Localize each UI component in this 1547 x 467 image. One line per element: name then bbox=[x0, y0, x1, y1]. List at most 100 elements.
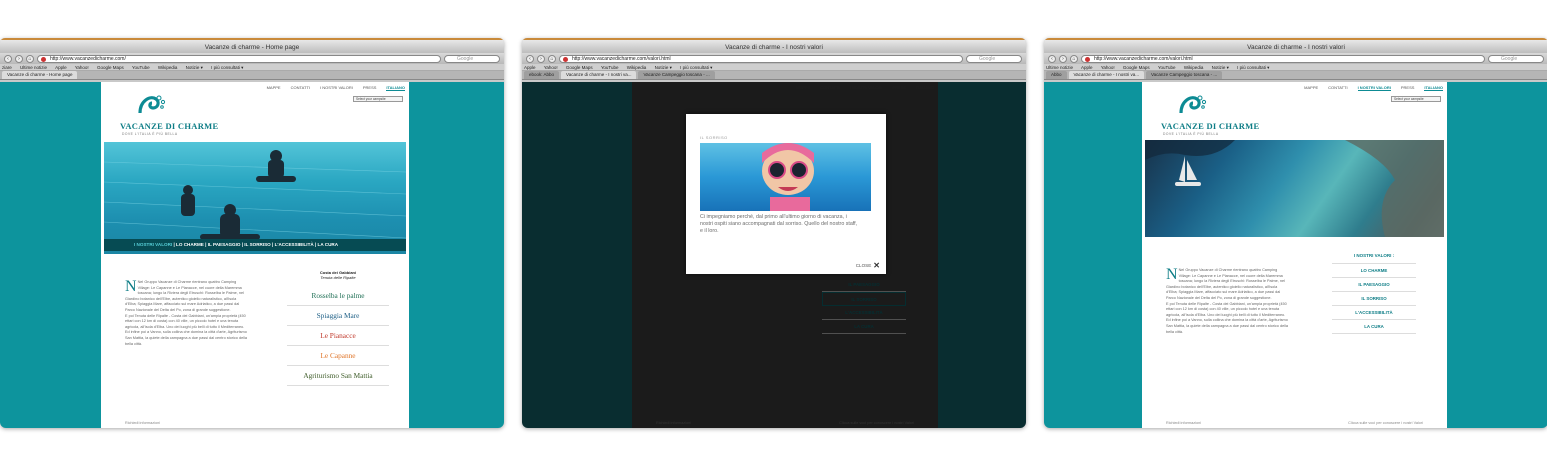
property-link[interactable]: Le Capanne bbox=[287, 346, 389, 366]
bookmark-item[interactable]: YouTube bbox=[1158, 65, 1176, 70]
bookmark-item[interactable]: Wikipedia bbox=[158, 65, 178, 70]
values-menu-item[interactable]: IL SORRISO bbox=[1332, 292, 1416, 306]
property-link[interactable]: Rosselba le palme bbox=[287, 286, 389, 306]
back-icon[interactable]: ‹ bbox=[4, 54, 12, 63]
modal-close-button[interactable]: CLOSE ✕ bbox=[856, 261, 880, 270]
nav-link[interactable]: MAPPE bbox=[796, 85, 810, 90]
nav-link[interactable]: PRESS bbox=[893, 85, 907, 90]
values-menu-item[interactable]: LO CHARME bbox=[1332, 264, 1416, 278]
forward-icon[interactable]: › bbox=[15, 54, 23, 63]
browser-tab[interactable]: Vacanze Campeggio toscana - ... bbox=[638, 71, 715, 79]
costa-gabbiani-logo[interactable]: Costa dei Gabbiani Tenuta delle Ripalte bbox=[287, 268, 389, 286]
bookmark-item[interactable]: Yahoo! bbox=[75, 65, 89, 70]
brand-name: VACANZE DI CHARME bbox=[1161, 121, 1260, 131]
bookmark-item[interactable]: Yahoo! bbox=[544, 65, 558, 70]
browser-tab[interactable]: Vacanze di charme - I nostri va... bbox=[1068, 71, 1144, 79]
footer-info-link[interactable]: Richiedi informazioni bbox=[656, 421, 691, 425]
bookmark-item[interactable]: Apple bbox=[524, 65, 536, 70]
values-menu-item[interactable]: L'ACCESSIBILITÀ bbox=[1332, 306, 1416, 320]
nav-link[interactable]: I NOSTRI VALORI bbox=[850, 85, 883, 90]
intro-paragraph-2: E poi Tenuta delle Ripalte - Costa dei G… bbox=[1166, 301, 1288, 334]
bookmark-item[interactable]: Google Maps bbox=[566, 65, 593, 70]
browser-tab[interactable]: Vacanze Campeggio toscana - ... bbox=[1145, 71, 1223, 79]
bookmark-item[interactable]: ziare bbox=[2, 65, 12, 70]
footer-info-link[interactable]: Richiedi informazioni bbox=[1166, 421, 1201, 425]
bookmark-item[interactable]: Abbo bbox=[1046, 71, 1067, 79]
brand-tagline: DOVE L'ITALIA È PIÙ BELLA bbox=[122, 132, 178, 136]
value-modal: IL SORRISO Ci impegniamo perché, dal pri… bbox=[686, 114, 886, 274]
bookmark-item[interactable]: Notizie ▾ bbox=[186, 65, 203, 70]
nav-link-language[interactable]: ITALIANO bbox=[1424, 85, 1443, 91]
viewport: MAPPE CONTATTI I NOSTRI VALORI PRESS ITA… bbox=[1044, 82, 1547, 428]
bookmark-item[interactable]: Apple bbox=[55, 65, 67, 70]
logo[interactable]: VACANZE DI CHARME DOVE L'ITALIA È PIÙ BE… bbox=[1159, 93, 1259, 143]
values-menu-item[interactable]: LA CURA bbox=[822, 320, 906, 334]
bookmark-item[interactable]: Google Maps bbox=[1123, 65, 1150, 70]
modal-title: IL SORRISO bbox=[700, 135, 728, 140]
bookmark-item[interactable]: I più consultati ▾ bbox=[211, 65, 243, 70]
values-menu-item[interactable]: IL PAESAGGIO bbox=[822, 278, 906, 292]
footer-info-link[interactable]: Richiedi informazioni bbox=[125, 421, 160, 425]
property-link[interactable]: Spiaggia Mare bbox=[287, 306, 389, 326]
home-icon[interactable]: ⌂ bbox=[548, 54, 556, 63]
nav-link[interactable]: CONTATTI bbox=[291, 85, 310, 91]
nav-link[interactable]: MAPPE bbox=[267, 85, 281, 91]
search-input[interactable]: Google bbox=[966, 54, 1022, 63]
nav-link-language[interactable]: ITALIANO bbox=[386, 85, 405, 91]
bookmark-item[interactable]: Ultime notizie bbox=[1046, 65, 1073, 70]
nav-link[interactable]: MAPPE bbox=[1304, 85, 1318, 91]
home-icon[interactable]: ⌂ bbox=[1070, 54, 1078, 63]
url-bar[interactable]: http://www.vacanzedicharme.com/valori.ht… bbox=[559, 54, 963, 63]
logo[interactable]: VACANZE DI CHARME DOVE L'ITALIA È PIÙ BE… bbox=[118, 93, 218, 143]
bookmark-item[interactable]: I più consultati ▾ bbox=[680, 65, 712, 70]
values-menu-item-active[interactable]: IL SORRISO bbox=[822, 292, 906, 306]
bookmark-item[interactable]: Google Maps bbox=[97, 65, 124, 70]
back-icon[interactable]: ‹ bbox=[526, 54, 534, 63]
values-menu-item[interactable]: LA CURA bbox=[1332, 320, 1416, 334]
nav-link[interactable]: CONTATTI bbox=[1328, 85, 1347, 91]
values-strip-current[interactable]: I NOSTRI VALORI bbox=[134, 242, 172, 247]
nav-link[interactable]: PRESS bbox=[363, 85, 377, 91]
search-input[interactable]: Google bbox=[1488, 54, 1544, 63]
bookmark-item[interactable]: YouTube bbox=[601, 65, 619, 70]
campsite-select[interactable]: Select your campsite bbox=[1391, 96, 1441, 102]
modal-text: Ci impegniamo perché, dal primo all'ulti… bbox=[700, 214, 858, 234]
forward-icon[interactable]: › bbox=[1059, 54, 1067, 63]
bookmark-item[interactable]: YouTube bbox=[132, 65, 150, 70]
window-title: Vacanze di charme - Home page bbox=[0, 38, 504, 53]
bookmark-item[interactable]: ebook: Abbo bbox=[524, 71, 560, 79]
nav-link[interactable]: PRESS bbox=[1401, 85, 1415, 91]
bookmark-item[interactable]: Apple bbox=[1081, 65, 1093, 70]
dropcap: N bbox=[125, 278, 137, 295]
campsite-select[interactable]: Select your campsite bbox=[353, 96, 403, 102]
nav-link-active[interactable]: I NOSTRI VALORI bbox=[1357, 85, 1391, 91]
nav-link[interactable]: I NOSTRI VALORI bbox=[320, 85, 353, 91]
webpage: MAPPE CONTATTI I NOSTRI VALORI PRESS ITA… bbox=[101, 82, 409, 428]
back-icon[interactable]: ‹ bbox=[1048, 54, 1056, 63]
bookmark-item[interactable]: Wikipedia bbox=[627, 65, 647, 70]
browser-tab[interactable]: Vacanze di charme - Home page bbox=[2, 71, 78, 79]
tab-bar: Vacanze di charme - Home page bbox=[0, 71, 504, 80]
values-menu-item[interactable]: L'ACCESSIBILITÀ bbox=[822, 306, 906, 320]
search-input[interactable]: Google bbox=[444, 54, 500, 63]
bookmark-item[interactable]: Yahoo! bbox=[1101, 65, 1115, 70]
property-link[interactable]: Agriturismo San Mattia bbox=[287, 366, 389, 386]
values-strip-links[interactable]: | LO CHARME | IL PAESAGGIO | IL SORRISO … bbox=[172, 242, 338, 247]
values-heading: I NOSTRI VALORI : bbox=[1332, 250, 1416, 264]
bookmark-item[interactable]: Notizie ▾ bbox=[655, 65, 672, 70]
brand-tagline: DOVE L'ITALIA È PIÙ BELLA bbox=[1163, 132, 1219, 136]
home-icon[interactable]: ⌂ bbox=[26, 54, 34, 63]
nav-link[interactable]: CONTATTI bbox=[820, 85, 839, 90]
bookmark-item[interactable]: I più consultati ▾ bbox=[1237, 65, 1269, 70]
forward-icon[interactable]: › bbox=[537, 54, 545, 63]
bookmark-item[interactable]: Ultime notizie bbox=[20, 65, 47, 70]
url-bar[interactable]: http://www.vacanzedicharme.com/ bbox=[37, 54, 441, 63]
url-bar[interactable]: http://www.vacanzedicharme.com/valori.ht… bbox=[1081, 54, 1485, 63]
bookmark-item[interactable]: Notizie ▾ bbox=[1212, 65, 1229, 70]
values-menu-item[interactable]: IL PAESAGGIO bbox=[1332, 278, 1416, 292]
bookmark-item[interactable]: Wikipedia bbox=[1184, 65, 1204, 70]
browser-tab[interactable]: Vacanze di charme - I nostri va... bbox=[561, 71, 637, 79]
webpage: MAPPE CONTATTI I NOSTRI VALORI PRESS ITA… bbox=[1142, 82, 1447, 428]
nav-link-language[interactable]: ITALIANO bbox=[916, 85, 934, 90]
property-link[interactable]: Le Pianacce bbox=[287, 326, 389, 346]
